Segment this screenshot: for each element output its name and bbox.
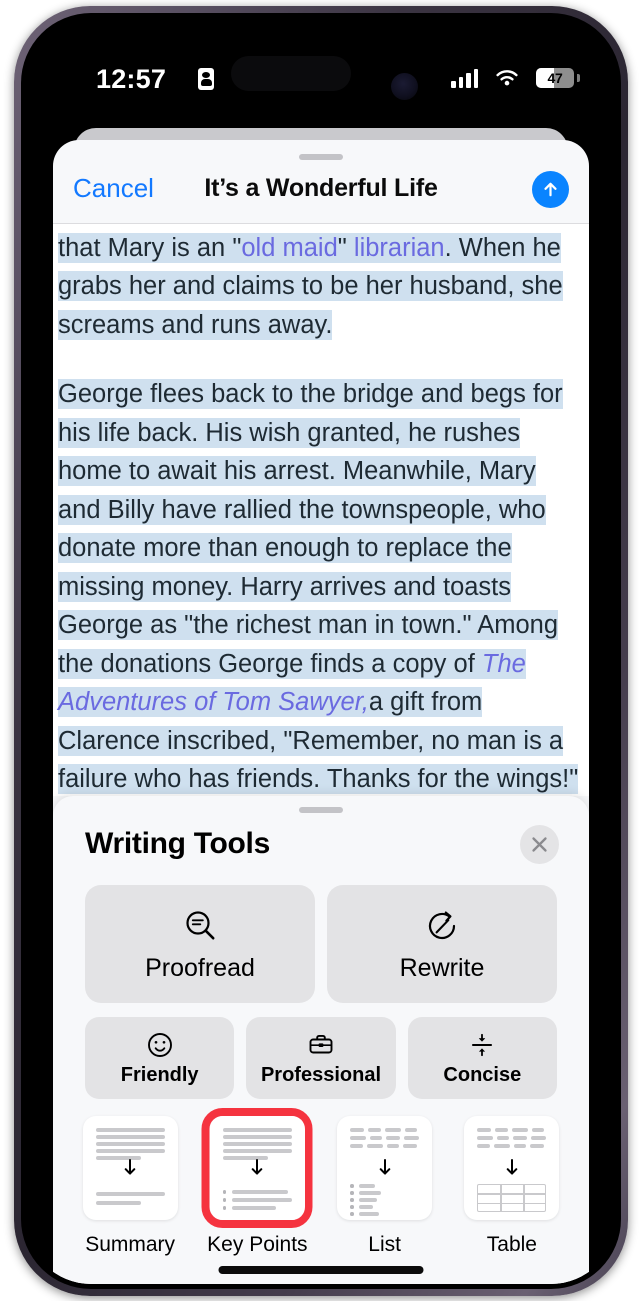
writing-tools-grabber-handle[interactable] [299, 807, 343, 813]
close-button[interactable] [520, 825, 559, 864]
format-tool-table[interactable]: Table [453, 1116, 571, 1257]
status-time: 12:57 [96, 64, 167, 94]
writing-tools-panel: Writing Tools Proofread Rewrite Friendly… [53, 796, 589, 1284]
phone-screen: 12:57 47 Cancel It’s a Wonderful Life th… [26, 18, 616, 1284]
front-camera-icon [391, 73, 418, 100]
down-arrow-icon [252, 1159, 263, 1175]
body-text: " [337, 233, 354, 262]
share-sheet: Cancel It’s a Wonderful Life the transpo… [53, 140, 589, 1284]
status-bar: 12:57 47 [26, 18, 616, 118]
table-card-icon [464, 1116, 560, 1220]
body-text: George flees back to the bridge and begs… [58, 380, 563, 678]
battery-indicator: 47 [536, 68, 574, 88]
format-tool-label: Key Points [207, 1233, 308, 1256]
inline-link[interactable]: librarian [354, 234, 445, 262]
format-tool-key-points[interactable]: Key Points [198, 1108, 316, 1257]
summary-card-icon [82, 1116, 178, 1220]
down-arrow-icon [124, 1159, 136, 1175]
selected-text: the transport ship were killed. George f… [58, 224, 563, 340]
rewrite-circle-arrow-icon [428, 911, 455, 939]
magnifier-text-icon [185, 910, 214, 939]
format-tool-label: List [368, 1233, 401, 1256]
navigation-bar: Cancel It’s a Wonderful Life [53, 140, 589, 224]
proofread-button[interactable]: Proofread [85, 885, 315, 1003]
dynamic-island [231, 56, 351, 91]
cellular-signal-icon [451, 68, 478, 88]
writing-tools-title: Writing Tools [85, 827, 270, 860]
concise-button[interactable]: Concise [407, 1017, 557, 1099]
document-paragraph: the transport ship were killed. George f… [58, 224, 584, 344]
phone-bezel: 12:57 47 Cancel It’s a Wonderful Life th… [21, 13, 621, 1289]
document-text[interactable]: the transport ship were killed. George f… [53, 224, 589, 796]
format-tool-summary[interactable]: Summary [71, 1116, 189, 1257]
professional-button[interactable]: Professional [246, 1017, 396, 1099]
down-arrow-icon [379, 1159, 390, 1175]
arrow-up-icon [544, 182, 557, 197]
down-arrow-icon [506, 1159, 518, 1175]
format-tools-row: Summary Key Points List Table [53, 1108, 589, 1257]
friendly-label: Friendly [120, 1063, 199, 1086]
smiley-face-icon [147, 1032, 172, 1057]
battery-percent-label: 47 [547, 70, 563, 86]
primary-tools-row: Proofread Rewrite [53, 885, 589, 1003]
professional-label: Professional [260, 1063, 382, 1086]
page-title: It’s a Wonderful Life [204, 174, 438, 202]
format-tool-label: Summary [85, 1233, 176, 1256]
format-tool-label: Table [486, 1233, 537, 1256]
tone-tools-row: Friendly Professional Concise [53, 1017, 589, 1099]
wifi-icon [496, 70, 518, 86]
home-indicator [218, 1266, 424, 1274]
list-card-icon [337, 1116, 433, 1220]
document-scroll-area[interactable]: the transport ship were killed. George f… [53, 224, 589, 796]
compress-arrows-icon [472, 1033, 493, 1056]
id-card-icon [198, 68, 214, 90]
format-tool-list[interactable]: List [326, 1116, 444, 1257]
friendly-button[interactable]: Friendly [85, 1017, 235, 1099]
close-icon [532, 837, 547, 852]
inline-link[interactable]: old maid [241, 234, 337, 262]
battery-cap-icon [577, 74, 580, 82]
document-paragraph: George flees back to the bridge and begs… [58, 375, 584, 796]
key-points-card-icon [209, 1116, 305, 1220]
rewrite-label: Rewrite [399, 953, 485, 982]
proofread-label: Proofread [145, 953, 255, 982]
briefcase-icon [309, 1034, 333, 1053]
rewrite-button[interactable]: Rewrite [327, 885, 557, 1003]
phone-frame: 12:57 47 Cancel It’s a Wonderful Life th… [14, 6, 628, 1296]
selected-text: George flees back to the bridge and begs… [58, 379, 579, 796]
concise-label: Concise [443, 1063, 522, 1086]
send-button[interactable] [532, 171, 569, 208]
